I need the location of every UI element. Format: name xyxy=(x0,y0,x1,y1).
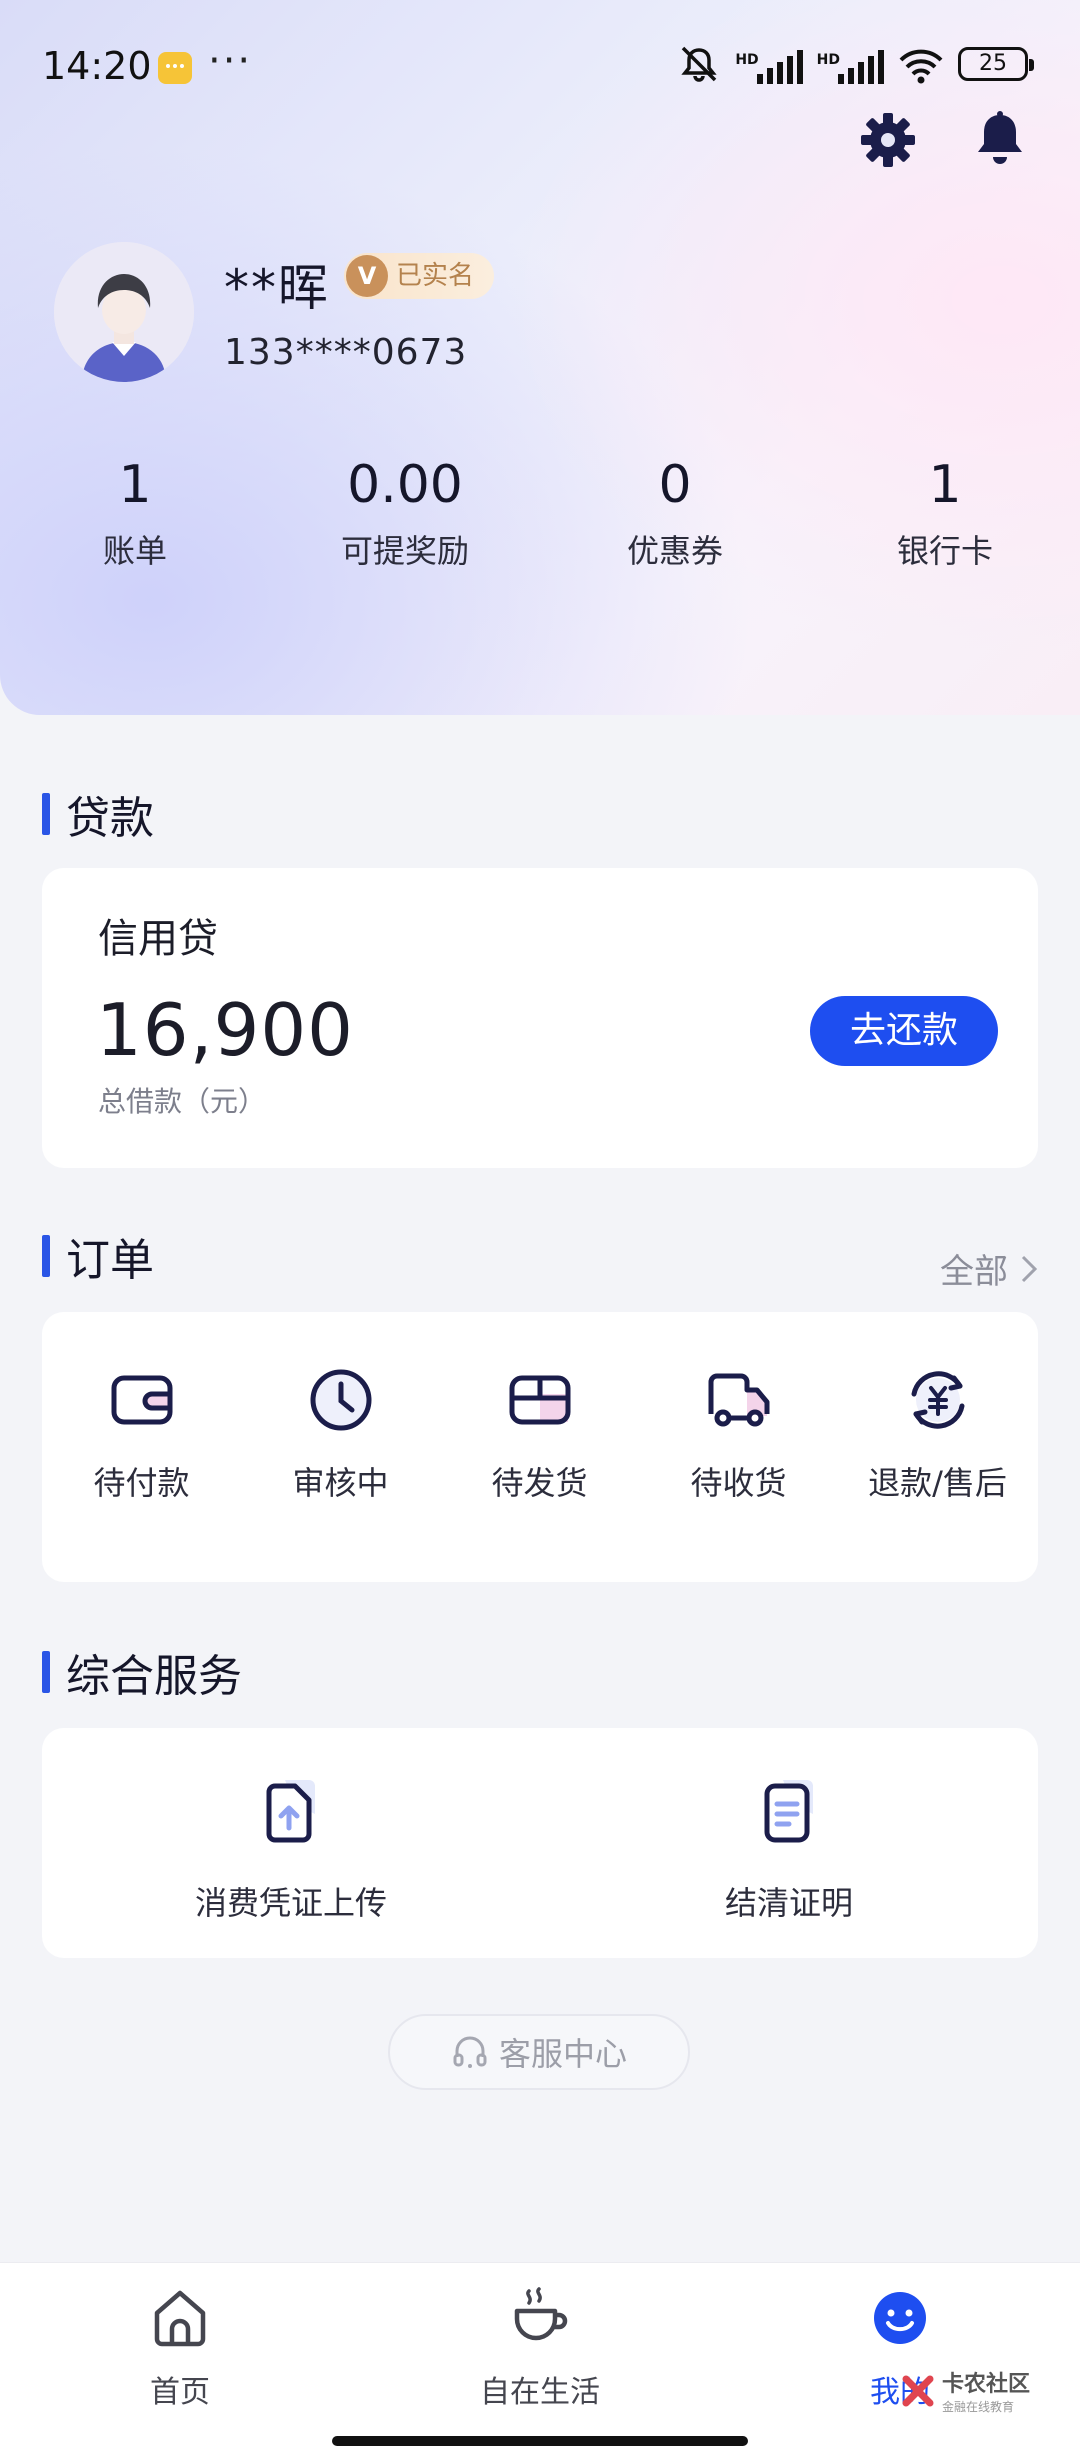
user-name: **晖 xyxy=(224,259,330,317)
order-label: 待发货 xyxy=(491,1464,588,1502)
settings-gear-icon[interactable] xyxy=(858,110,918,170)
chat-notification-icon xyxy=(158,52,192,84)
order-label: 待付款 xyxy=(93,1464,190,1502)
nav-home[interactable]: 首页 xyxy=(0,2263,360,2460)
account-stats: 1 账单 0.00 可提奖励 0 优惠券 1 银行卡 xyxy=(0,450,1080,572)
orders-section-label: 订单 xyxy=(66,1235,154,1286)
loan-card[interactable]: 信用贷 16,900 总借款（元） 去还款 xyxy=(42,868,1038,1168)
smiley-icon xyxy=(874,2292,926,2344)
status-indicators: HD HD 25 xyxy=(677,44,1034,84)
watermark: 卡农社区 金融在线教育 xyxy=(900,2366,1030,2415)
verified-badge: V 已实名 xyxy=(344,253,495,299)
clock-icon xyxy=(310,1369,371,1431)
stat-bank-cards[interactable]: 1 银行卡 xyxy=(810,450,1080,572)
wifi-icon xyxy=(898,44,944,84)
section-accent-bar xyxy=(42,1651,50,1693)
stat-label: 银行卡 xyxy=(896,532,993,570)
certificate-document-icon xyxy=(764,1780,813,1843)
order-pending-payment[interactable]: 待付款 xyxy=(42,1364,241,1582)
notification-bell-icon[interactable] xyxy=(970,110,1030,170)
services-card: 消费凭证上传 结清证明 xyxy=(42,1728,1038,1958)
watermark-title: 卡农社区 xyxy=(942,2372,1031,2397)
order-label: 待收货 xyxy=(690,1464,787,1502)
stat-bills[interactable]: 1 账单 xyxy=(0,450,270,572)
truck-icon xyxy=(708,1373,769,1427)
nav-mine[interactable]: 我的 xyxy=(720,2263,1080,2460)
watermark-logo-icon xyxy=(902,2375,934,2406)
verified-badge-label: 已实名 xyxy=(396,261,475,291)
orders-see-all-link[interactable]: 全部 xyxy=(940,1244,1038,1293)
order-label: 审核中 xyxy=(292,1464,389,1502)
stat-value: 0 xyxy=(658,455,692,515)
battery-icon: 25 xyxy=(958,47,1034,81)
nav-label: 首页 xyxy=(150,2375,210,2410)
verified-v-icon: V xyxy=(346,255,388,297)
bottom-navigation: 首页 自在生活 我的 xyxy=(0,2262,1080,2460)
loan-type: 信用贷 xyxy=(98,916,218,962)
chevron-right-icon xyxy=(1021,1255,1038,1282)
customer-service-label: 客服中心 xyxy=(498,2035,627,2073)
nav-label: 自在生活 xyxy=(480,2375,600,2410)
phone-number: 133****0673 xyxy=(224,332,468,373)
order-under-review[interactable]: 审核中 xyxy=(241,1364,440,1582)
home-indicator[interactable] xyxy=(332,2436,748,2446)
headset-icon xyxy=(453,2036,487,2068)
order-refund-aftersales[interactable]: 退款/售后 xyxy=(838,1364,1037,1582)
order-awaiting-receipt[interactable]: 待收货 xyxy=(639,1364,838,1582)
mute-icon xyxy=(677,44,721,84)
loan-amount-caption: 总借款（元） xyxy=(98,1085,267,1118)
header-actions xyxy=(858,110,1030,170)
service-label: 结清证明 xyxy=(724,1884,853,1922)
wallet-icon xyxy=(111,1375,172,1425)
loan-section-label: 贷款 xyxy=(66,793,154,844)
stat-rewards[interactable]: 0.00 可提奖励 xyxy=(270,450,540,572)
watermark-subtitle: 金融在线教育 xyxy=(942,2400,1015,2414)
section-accent-bar xyxy=(42,1235,50,1277)
upload-document-icon xyxy=(266,1780,315,1843)
nav-lifestyle[interactable]: 自在生活 xyxy=(360,2263,720,2460)
repay-button[interactable]: 去还款 xyxy=(810,996,998,1066)
avatar[interactable] xyxy=(54,242,194,382)
order-label: 退款/售后 xyxy=(868,1464,1007,1502)
coffee-cup-icon xyxy=(514,2287,568,2341)
see-all-label: 全部 xyxy=(940,1252,1008,1292)
stat-label: 可提奖励 xyxy=(340,532,469,570)
package-icon xyxy=(509,1375,570,1425)
loan-amount: 16,900 xyxy=(96,988,354,1072)
service-receipt-upload[interactable]: 消费凭证上传 xyxy=(42,1776,540,1958)
stat-value: 0.00 xyxy=(347,455,463,515)
signal-icon-sim1: HD xyxy=(735,44,803,84)
home-icon xyxy=(154,2290,206,2347)
service-settlement-certificate[interactable]: 结清证明 xyxy=(540,1776,1038,1958)
services-section-label: 综合服务 xyxy=(66,1651,242,1702)
service-label: 消费凭证上传 xyxy=(194,1884,387,1922)
stat-coupons[interactable]: 0 优惠券 xyxy=(540,450,810,572)
refund-icon xyxy=(911,1371,964,1429)
status-time: 14:20 xyxy=(42,44,152,88)
loan-section-title: 贷款 xyxy=(42,782,154,846)
stat-label: 优惠券 xyxy=(626,532,723,570)
stat-label: 账单 xyxy=(102,532,167,570)
section-accent-bar xyxy=(42,793,50,835)
signal-icon-sim2: HD xyxy=(817,44,884,84)
stat-value: 1 xyxy=(118,455,152,515)
orders-section-title: 订单 xyxy=(42,1224,154,1288)
order-awaiting-shipment[interactable]: 待发货 xyxy=(440,1364,639,1582)
services-section-title: 综合服务 xyxy=(42,1640,242,1704)
orders-card: 待付款 审核中 待发货 待收货 退款/售后 xyxy=(42,1312,1038,1582)
stat-value: 1 xyxy=(928,455,962,515)
customer-service-button[interactable]: 客服中心 xyxy=(388,2014,690,2090)
more-notifications-icon: ··· xyxy=(208,38,253,84)
